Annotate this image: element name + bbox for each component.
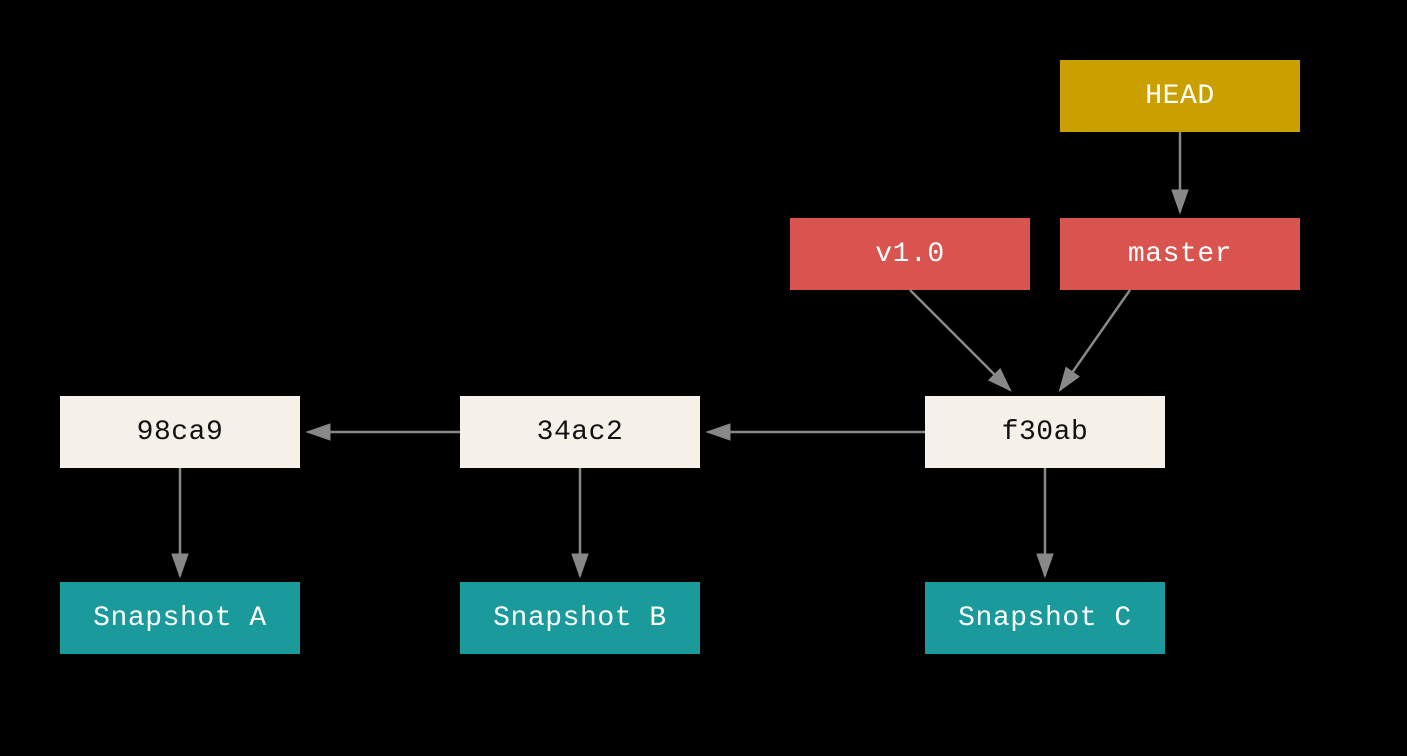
snapshot-a-label: Snapshot A [93, 603, 267, 634]
node-v1-0: v1.0 [790, 218, 1030, 290]
node-34ac2: 34ac2 [460, 396, 700, 468]
node-snapshot-a: Snapshot A [60, 582, 300, 654]
node-f30ab: f30ab [925, 396, 1165, 468]
v1-0-label: v1.0 [875, 239, 944, 270]
snapshot-c-label: Snapshot C [958, 603, 1132, 634]
98ca9-label: 98ca9 [137, 417, 224, 448]
f30ab-label: f30ab [1002, 417, 1089, 448]
node-snapshot-c: Snapshot C [925, 582, 1165, 654]
git-diagram: HEAD master v1.0 f30ab 34ac2 98ca9 Snaps… [0, 0, 1407, 756]
snapshot-b-label: Snapshot B [493, 603, 667, 634]
34ac2-label: 34ac2 [537, 417, 624, 448]
head-label: HEAD [1145, 81, 1214, 112]
node-snapshot-b: Snapshot B [460, 582, 700, 654]
node-98ca9: 98ca9 [60, 396, 300, 468]
node-master: master [1060, 218, 1300, 290]
node-head: HEAD [1060, 60, 1300, 132]
master-label: master [1128, 239, 1232, 270]
